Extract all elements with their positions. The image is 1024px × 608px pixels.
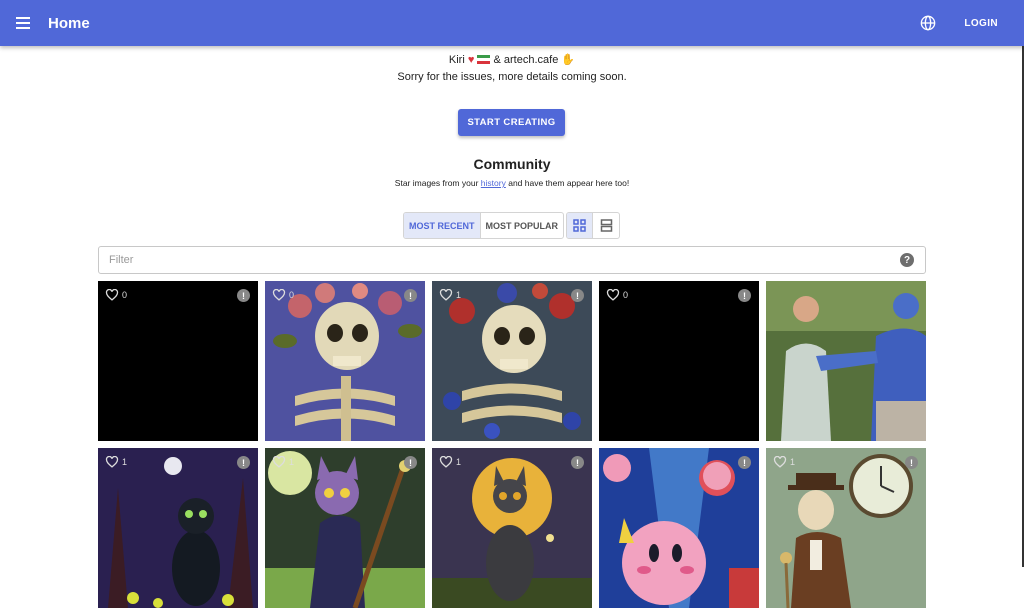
image-man-blue-figure — [766, 281, 926, 441]
filter-field: ? — [98, 246, 926, 274]
report-icon[interactable]: ! — [571, 289, 584, 302]
grid-view-icon — [573, 219, 586, 232]
notice-name: Kiri — [448, 54, 465, 66]
image-tile[interactable]: 1 ! — [766, 448, 926, 608]
like-count: 1 — [122, 457, 128, 467]
image-tile[interactable]: ! — [599, 448, 759, 608]
praying-hands-icon: ✋ — [561, 54, 576, 66]
image-skeleton-roses — [432, 281, 592, 441]
language-globe-icon[interactable] — [920, 15, 936, 31]
image-black — [98, 281, 258, 441]
image-tile[interactable]: 0 ! — [98, 281, 258, 441]
heart-outline-icon — [439, 456, 453, 468]
image-skeleton-flowers — [265, 281, 425, 441]
heart-outline-icon — [272, 456, 286, 468]
heart-outline-icon — [439, 289, 453, 301]
image-tile[interactable]: 1 ! — [98, 448, 258, 608]
flag-icon — [477, 55, 491, 64]
like-count: 0 — [289, 290, 295, 300]
heart-outline-icon — [272, 289, 286, 301]
image-black — [599, 281, 759, 441]
image-kirby — [599, 448, 759, 608]
app-bar: Home LOGIN — [0, 0, 1024, 46]
notice-message: Sorry for the issues, more details comin… — [397, 71, 627, 83]
community-image-grid: 0 ! 0 ! 1 ! 0 ! 1 ! 1 ! 1 ! ! 1 ! — [98, 281, 926, 608]
like-count: 1 — [289, 457, 295, 467]
notice-banner: Kiri ♥ & artech.cafe ✋ Sorry for the iss… — [0, 52, 1024, 86]
image-cat-forest — [98, 448, 258, 608]
grid-view-button[interactable] — [567, 213, 593, 238]
like-button[interactable]: 0 — [606, 289, 628, 301]
image-tile[interactable]: 0 ! — [265, 281, 425, 441]
help-icon[interactable]: ? — [900, 253, 914, 267]
history-link[interactable]: history — [481, 178, 506, 188]
heart-emoji-icon: ♥ — [467, 54, 475, 66]
like-count: 1 — [456, 457, 462, 467]
image-cat-moon — [432, 448, 592, 608]
like-count: 0 — [122, 290, 128, 300]
like-button[interactable]: 0 — [272, 289, 294, 301]
like-count: 1 — [456, 290, 462, 300]
report-icon[interactable]: ! — [905, 456, 918, 469]
image-tile[interactable] — [766, 281, 926, 441]
community-title: Community — [473, 156, 551, 172]
like-button[interactable]: 1 — [439, 289, 461, 301]
filter-input[interactable] — [109, 254, 900, 266]
notice-credit: & artech.cafe — [493, 54, 559, 66]
report-icon[interactable]: ! — [237, 289, 250, 302]
like-button[interactable]: 0 — [105, 289, 127, 301]
image-tile[interactable]: 1 ! — [432, 448, 592, 608]
sort-most-popular-button[interactable]: MOST POPULAR — [481, 213, 564, 238]
like-count: 1 — [790, 457, 796, 467]
report-icon[interactable]: ! — [404, 289, 417, 302]
report-icon[interactable]: ! — [738, 456, 751, 469]
view-toggle-group — [566, 212, 620, 239]
heart-outline-icon — [105, 456, 119, 468]
report-icon[interactable]: ! — [571, 456, 584, 469]
report-icon[interactable]: ! — [404, 456, 417, 469]
sort-toggle-group: MOST RECENT MOST POPULAR — [403, 212, 565, 239]
image-cat-wizard — [265, 448, 425, 608]
image-tile[interactable]: 1 ! — [265, 448, 425, 608]
login-button[interactable]: LOGIN — [964, 18, 998, 29]
report-icon[interactable]: ! — [738, 289, 751, 302]
like-count: 0 — [623, 290, 629, 300]
like-button[interactable]: 1 — [105, 456, 127, 468]
sort-most-recent-button[interactable]: MOST RECENT — [404, 213, 481, 238]
menu-icon[interactable] — [16, 15, 38, 31]
report-icon[interactable]: ! — [237, 456, 250, 469]
image-tile[interactable]: 1 ! — [432, 281, 592, 441]
page-title: Home — [48, 14, 90, 32]
like-button[interactable]: 1 — [773, 456, 795, 468]
heart-outline-icon — [773, 456, 787, 468]
list-view-icon — [600, 219, 612, 232]
list-view-button[interactable] — [593, 213, 619, 238]
image-dog-clock — [766, 448, 926, 608]
like-button[interactable]: 1 — [272, 456, 294, 468]
image-tile[interactable]: 0 ! — [599, 281, 759, 441]
start-creating-button[interactable]: START CREATING — [458, 109, 565, 136]
community-subtitle: Star images from your history and have t… — [394, 178, 630, 188]
heart-outline-icon — [105, 289, 119, 301]
like-button[interactable]: 1 — [439, 456, 461, 468]
heart-outline-icon — [606, 289, 620, 301]
